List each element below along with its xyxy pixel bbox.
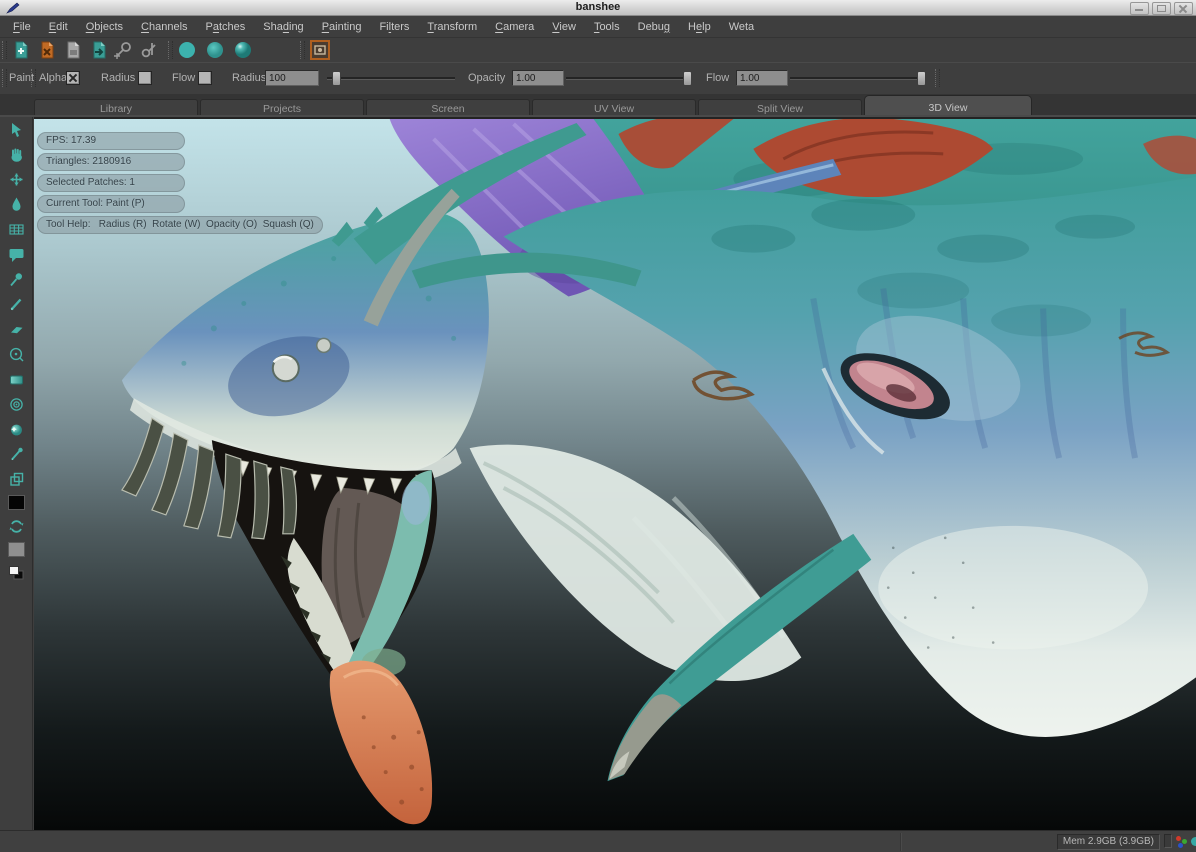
alpha-checkbox[interactable] [66,71,80,85]
toolbar-separator [168,41,173,59]
toolbar-separator [300,41,305,59]
menu-item-help[interactable]: Help [679,16,720,38]
tab-3d-view[interactable]: 3D View [864,95,1032,117]
projection-toggle-icon[interactable] [310,40,330,60]
smudge-tool-icon[interactable] [7,420,25,438]
save-project-icon[interactable] [64,41,82,59]
brush-sphere-icon[interactable] [234,41,252,59]
hud-readout: Current Tool: Paint (P) [37,195,185,213]
menu-item-tools[interactable]: Tools [585,16,629,38]
memory-readout: Mem 2.9GB (3.9GB) [1057,834,1160,850]
opacity-slider-label: Opacity [468,72,505,84]
paint-options-bar: Paint Alpha Radius Flow Radius Opacity F… [0,62,1196,95]
hud-readout: FPS: 17.39 [37,132,185,150]
main-toolbar [0,38,1196,63]
drag-handle[interactable] [2,41,7,59]
hud-readout: Selected Patches: 1 [37,174,185,192]
title-bar[interactable]: banshee [0,0,1196,16]
menu-item-weta[interactable]: Weta [720,16,763,38]
hud-overlay: FPS: 17.39 Triangles: 2180916 Selected Pat… [37,132,323,234]
view-tab-bar: LibraryProjectsScreenUV ViewSplit View3D… [0,94,1196,117]
flow-slider-label: Flow [706,72,729,84]
alpha-toggle-label: Alpha [39,72,67,84]
menu-item-shading[interactable]: Shading [254,16,312,38]
status-bar: Mem 2.9GB (3.9GB) [0,830,1196,852]
maximize-button[interactable] [1152,2,1171,15]
brush-flat-icon[interactable] [178,41,196,59]
eraser-icon[interactable] [7,320,25,338]
ellipse-select-icon[interactable] [7,345,25,363]
uv-grid-icon[interactable] [7,220,25,238]
opacity-slider[interactable] [566,77,690,80]
viewport-canvas[interactable]: FPS: 17.39 Triangles: 2180916 Selected Pat… [34,117,1196,830]
window-title: banshee [0,1,1196,13]
patch-bubble-icon[interactable] [7,245,25,263]
hud-readout: Tool Help: Radius (R) Rotate (W) Opacity… [37,216,323,234]
minimize-button[interactable] [1130,2,1149,15]
copy-patch-icon[interactable] [7,470,25,488]
menu-item-camera[interactable]: Camera [486,16,543,38]
foreground-color-swatch[interactable] [8,495,25,510]
tools-sidebar [0,117,33,830]
select-tool-icon[interactable] [7,120,25,138]
close-project-icon[interactable] [38,41,56,59]
menu-bar: FileEditObjectsChannelsPatchesShadingPai… [0,16,1196,38]
clone-tool-icon[interactable] [7,395,25,413]
rgb-channels-icon[interactable] [1175,836,1188,849]
radius-slider-label: Radius [232,72,266,84]
application-window: banshee FileEditObjectsChannelsPatchesSh… [0,0,1196,852]
radius-checkbox[interactable] [138,71,152,85]
background-color-swatch[interactable] [8,542,25,557]
menu-item-view[interactable]: View [543,16,585,38]
new-project-icon[interactable] [12,41,30,59]
main-area: FPS: 17.39 Triangles: 2180916 Selected Pat… [0,117,1196,830]
menu-item-debug[interactable]: Debug [629,16,679,38]
menu-item-painting[interactable]: Painting [313,16,371,38]
curve-pin-icon[interactable] [114,41,132,59]
move-tool-icon[interactable] [7,170,25,188]
flow-checkbox[interactable] [198,71,212,85]
rect-marquee-icon[interactable] [7,370,25,388]
separator [31,69,36,87]
menu-item-edit[interactable]: Edit [40,16,77,38]
drag-handle[interactable] [935,69,940,87]
eyedropper-icon[interactable] [7,445,25,463]
opacity-slider-handle[interactable] [683,71,692,86]
swap-colors-icon[interactable] [7,517,25,535]
flow-slider-handle[interactable] [917,71,926,86]
default-colors-swatch[interactable] [7,564,25,582]
status-small-box [1164,834,1172,848]
status-indicator-dot [1191,837,1196,846]
radius-toggle-label: Radius [101,72,135,84]
flow-slider[interactable] [790,77,924,80]
menu-item-file[interactable]: File [4,16,40,38]
flow-toggle-label: Flow [172,72,195,84]
menu-item-channels[interactable]: Channels [132,16,197,38]
opacity-value-field[interactable] [512,70,564,86]
close-button[interactable] [1174,2,1193,15]
radius-slider-handle[interactable] [332,71,341,86]
paint-brush-icon[interactable] [7,295,25,313]
hud-readout: Triangles: 2180916 [37,153,185,171]
radius-slider[interactable] [327,77,455,80]
drag-handle[interactable] [2,69,7,87]
droplet-icon[interactable] [7,195,25,213]
menu-item-patches[interactable]: Patches [197,16,255,38]
menu-item-transform[interactable]: Transform [418,16,486,38]
menu-item-filters[interactable]: Filters [370,16,418,38]
node-branch-icon[interactable] [140,41,158,59]
status-divider [900,833,902,851]
flow-value-field[interactable] [736,70,788,86]
menu-item-objects[interactable]: Objects [77,16,132,38]
export-project-icon[interactable] [90,41,108,59]
pan-hand-icon[interactable] [7,145,25,163]
brush-soft-icon[interactable] [206,41,224,59]
radius-value-field[interactable] [265,70,319,86]
pin-icon[interactable] [7,270,25,288]
